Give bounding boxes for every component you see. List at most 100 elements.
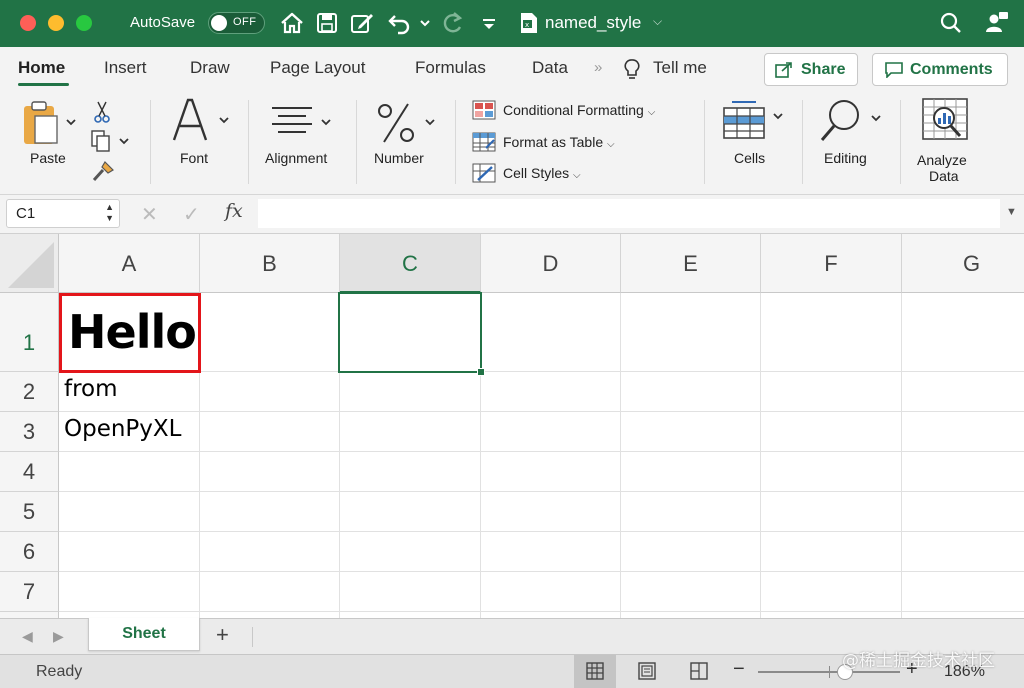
share-person-icon[interactable]	[984, 10, 1010, 36]
column-header-c[interactable]: C	[340, 234, 481, 293]
name-box[interactable]: C1 ▲ ▼	[6, 199, 120, 228]
autosave-toggle[interactable]: OFF	[208, 12, 265, 34]
cell-b7[interactable]	[200, 572, 340, 612]
cell-c5[interactable]	[340, 492, 481, 532]
cell-g3[interactable]	[902, 412, 1024, 452]
edit-icon[interactable]	[349, 10, 375, 36]
insert-function-icon[interactable]: fx	[225, 200, 243, 222]
cell-b2[interactable]	[200, 372, 340, 412]
cut-icon[interactable]	[93, 100, 111, 129]
select-all-corner[interactable]	[0, 234, 59, 293]
row-header-1[interactable]: 1	[0, 293, 59, 372]
cell-b4[interactable]	[200, 452, 340, 492]
undo-icon[interactable]	[386, 10, 412, 36]
cell-d7[interactable]	[481, 572, 621, 612]
tab-draw[interactable]: Draw	[190, 58, 230, 78]
cell-a7[interactable]	[59, 572, 200, 612]
format-painter-icon[interactable]	[91, 160, 115, 189]
sheet-tab-sheet[interactable]: Sheet	[88, 618, 200, 651]
cell-e4[interactable]	[621, 452, 761, 492]
cancel-formula-icon[interactable]: ✕	[141, 202, 158, 227]
cell-f1[interactable]	[761, 293, 902, 372]
redo-icon[interactable]	[439, 10, 465, 36]
search-icon[interactable]	[938, 10, 964, 36]
cell-d6[interactable]	[481, 532, 621, 572]
cell-b6[interactable]	[200, 532, 340, 572]
column-header-a[interactable]: A	[59, 234, 200, 293]
row-header-2[interactable]: 2	[0, 372, 59, 412]
cell-d3[interactable]	[481, 412, 621, 452]
column-header-b[interactable]: B	[200, 234, 340, 293]
cell-b5[interactable]	[200, 492, 340, 532]
font-button[interactable]	[170, 96, 234, 153]
save-icon[interactable]	[314, 10, 340, 36]
cell-d4[interactable]	[481, 452, 621, 492]
previous-sheet-icon[interactable]: ◀	[22, 628, 33, 645]
share-button[interactable]: Share	[764, 53, 858, 86]
cell-c6[interactable]	[340, 532, 481, 572]
next-sheet-icon[interactable]: ▶	[53, 628, 64, 645]
close-window-button[interactable]	[20, 15, 36, 31]
column-header-d[interactable]: D	[481, 234, 621, 293]
chevron-down-icon[interactable]: ⌵	[653, 14, 662, 29]
row-header-4[interactable]: 4	[0, 452, 59, 492]
cell-styles-button[interactable]: Cell Styles ⌵	[472, 163, 612, 185]
tab-page-layout[interactable]: Page Layout	[270, 58, 365, 78]
home-icon[interactable]	[279, 10, 305, 36]
normal-view-button[interactable]	[574, 655, 616, 688]
cell-d1[interactable]	[481, 293, 621, 372]
active-cell-c1[interactable]	[338, 292, 485, 376]
cell-e5[interactable]	[621, 492, 761, 532]
cell-g5[interactable]	[902, 492, 1024, 532]
cell-c3[interactable]	[340, 412, 481, 452]
analyze-data-button[interactable]	[920, 96, 970, 149]
cells-button[interactable]	[722, 100, 788, 147]
cell-c7[interactable]	[340, 572, 481, 612]
tab-insert[interactable]: Insert	[104, 58, 147, 78]
cell-e2[interactable]	[621, 372, 761, 412]
cell-f5[interactable]	[761, 492, 902, 532]
row-header-6[interactable]: 6	[0, 532, 59, 572]
alignment-button[interactable]	[270, 104, 336, 145]
cell-a6[interactable]	[59, 532, 200, 572]
cell-b1[interactable]	[200, 293, 340, 372]
enter-formula-icon[interactable]: ✓	[183, 202, 200, 227]
add-sheet-icon[interactable]: +	[216, 622, 229, 648]
cell-d2[interactable]	[481, 372, 621, 412]
document-title[interactable]: named_style	[545, 13, 641, 33]
fill-handle[interactable]	[477, 368, 485, 376]
cell-f7[interactable]	[761, 572, 902, 612]
name-box-stepper-icon[interactable]: ▲ ▼	[105, 202, 114, 224]
comments-button[interactable]: Comments	[872, 53, 1008, 86]
tab-home[interactable]: Home	[18, 58, 65, 78]
editing-button[interactable]	[818, 98, 884, 149]
tab-data[interactable]: Data	[532, 58, 568, 78]
cell-g4[interactable]	[902, 452, 1024, 492]
row-header-5[interactable]: 5	[0, 492, 59, 532]
more-tabs-icon[interactable]: »	[594, 59, 602, 76]
cell-c4[interactable]	[340, 452, 481, 492]
minimize-window-button[interactable]	[48, 15, 64, 31]
paste-button[interactable]	[22, 100, 80, 151]
zoom-out-icon[interactable]: −	[733, 658, 745, 681]
cell-g1[interactable]	[902, 293, 1024, 372]
tell-me-search[interactable]: Tell me	[653, 58, 707, 78]
cell-f2[interactable]	[761, 372, 902, 412]
undo-dropdown-icon[interactable]	[412, 12, 430, 38]
cell-e6[interactable]	[621, 532, 761, 572]
cell-f3[interactable]	[761, 412, 902, 452]
zoom-window-button[interactable]	[76, 15, 92, 31]
page-break-view-button[interactable]	[678, 655, 720, 688]
column-header-e[interactable]: E	[621, 234, 761, 293]
copy-icon[interactable]	[90, 129, 132, 158]
cell-f6[interactable]	[761, 532, 902, 572]
cell-g6[interactable]	[902, 532, 1024, 572]
cell-e7[interactable]	[621, 572, 761, 612]
cell-e3[interactable]	[621, 412, 761, 452]
cell-e1[interactable]	[621, 293, 761, 372]
column-header-f[interactable]: F	[761, 234, 902, 293]
cell-g2[interactable]	[902, 372, 1024, 412]
page-layout-view-button[interactable]	[626, 655, 668, 688]
tab-formulas[interactable]: Formulas	[415, 58, 486, 78]
row-header-3[interactable]: 3	[0, 412, 59, 452]
